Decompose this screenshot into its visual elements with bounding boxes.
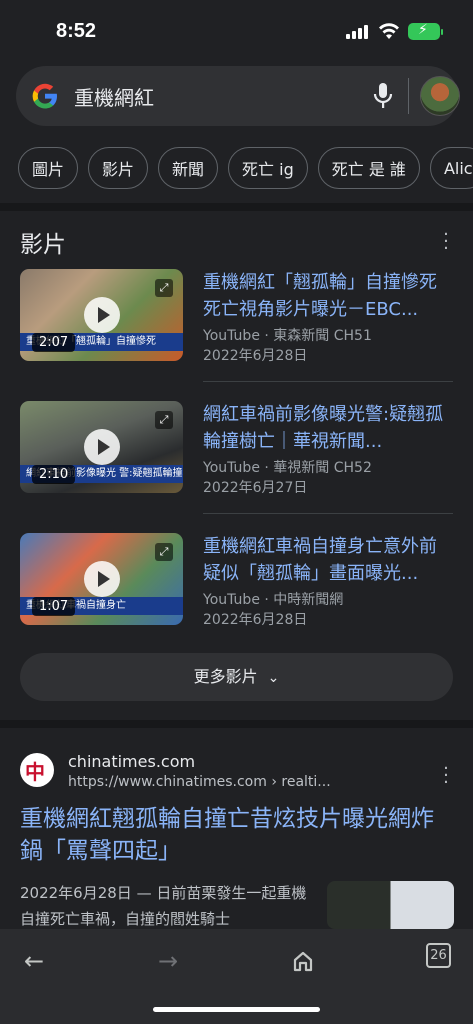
expand-icon: ⤢ (155, 279, 173, 297)
chip-videos[interactable]: 影片 (88, 147, 149, 189)
result-thumbnail[interactable] (327, 881, 454, 929)
video-source: YouTube · 東森新聞 CH51 (203, 328, 372, 344)
favicon-glyph: 中 (25, 760, 45, 784)
more-videos-button[interactable]: 更多影片 ⌄ (20, 653, 453, 701)
more-videos-label: 更多影片 (193, 667, 258, 686)
home-indicator (153, 1007, 320, 1012)
home-icon[interactable] (283, 941, 323, 981)
video-title[interactable]: 網紅車禍前影像曝光警:疑翹孤輪撞樹亡｜華視新聞... (203, 401, 453, 455)
signal-icon (346, 25, 372, 39)
video-title[interactable]: 重機網紅車禍自撞身亡意外前疑似「翹孤輪」畫面曝光... (203, 533, 453, 587)
result-snippet: 2022年6月28日 — 日前苗栗發生一起重機自撞死亡車禍，自撞的閻姓騎士 (20, 884, 307, 928)
search-input[interactable]: 重機網紅 (74, 82, 154, 111)
divider (203, 381, 453, 382)
google-logo-icon (32, 83, 57, 109)
status-bar: 8:52 ⚡ (0, 0, 473, 60)
chip-news[interactable]: 新聞 (158, 147, 219, 189)
status-time: 8:52 (56, 20, 97, 42)
chip-death-ig[interactable]: 死亡 ig (228, 147, 308, 189)
forward-arrow-icon[interactable]: → (148, 941, 188, 981)
search-bar[interactable]: 重機網紅 (16, 66, 460, 126)
expand-icon: ⤢ (155, 543, 173, 561)
video-thumbnail[interactable]: 重機網紅車禍自撞身亡 ⤢ 1:07 (20, 533, 183, 625)
wifi-icon (379, 23, 399, 39)
video-title[interactable]: 重機網紅「翹孤輪」自撞慘死死亡視角影片曝光－EBC... (203, 269, 453, 323)
video-result[interactable]: 網紅車禍前影像曝光 警:疑翹孤輪撞樹亡 ⤢ 2:10 網紅車禍前影像曝光警:疑翹… (20, 401, 453, 496)
video-date: 2022年6月28日 (203, 612, 308, 628)
video-duration: 2:07 (32, 333, 76, 352)
chip-alic[interactable]: Alic (429, 147, 473, 189)
tab-switcher-button[interactable]: 26 (426, 943, 451, 968)
video-date: 2022年6月27日 (203, 480, 308, 496)
video-duration: 2:10 (32, 465, 76, 484)
site-favicon-icon: 中 (20, 753, 54, 787)
back-arrow-icon[interactable]: ← (14, 941, 54, 981)
video-date: 2022年6月28日 (203, 348, 308, 364)
videos-section-title: 影片 (20, 232, 66, 258)
chevron-down-icon: ⌄ (267, 670, 280, 686)
site-name[interactable]: chinatimes.com (68, 752, 195, 771)
play-icon[interactable] (84, 297, 120, 333)
chip-images[interactable]: 圖片 (18, 147, 79, 189)
video-result[interactable]: 重機網紅「翹孤輪」自撞慘死 ⤢ 2:07 重機網紅「翹孤輪」自撞慘死死亡視角影片… (20, 269, 453, 364)
play-icon[interactable] (84, 429, 120, 465)
play-icon[interactable] (84, 561, 120, 597)
video-source: YouTube · 華視新聞 CH52 (203, 460, 372, 476)
video-thumbnail[interactable]: 網紅車禍前影像曝光 警:疑翹孤輪撞樹亡 ⤢ 2:10 (20, 401, 183, 493)
section-divider (0, 203, 473, 211)
mic-icon[interactable] (372, 82, 394, 110)
videos-more-options-icon[interactable]: · · · (436, 226, 456, 258)
chip-death-who[interactable]: 死亡 是 誰 (317, 147, 420, 189)
video-source: YouTube · 中時新聞網 (203, 592, 344, 608)
divider (203, 513, 453, 514)
filter-chips: 圖片 影片 新聞 死亡 ig 死亡 是 誰 Alic (18, 147, 473, 189)
expand-icon: ⤢ (155, 411, 173, 429)
search-divider (408, 78, 409, 114)
section-divider (0, 720, 473, 728)
site-url[interactable]: https://www.chinatimes.com › realti... (68, 774, 331, 790)
video-duration: 1:07 (32, 597, 76, 616)
result-title[interactable]: 重機網紅翹孤輪自撞亡昔炫技片曝光網炸鍋「罵聲四起」 (20, 803, 440, 867)
result-more-options-icon[interactable]: · · · (436, 760, 456, 792)
account-avatar[interactable] (420, 76, 460, 116)
video-thumbnail[interactable]: 重機網紅「翹孤輪」自撞慘死 ⤢ 2:07 (20, 269, 183, 361)
video-result[interactable]: 重機網紅車禍自撞身亡 ⤢ 1:07 重機網紅車禍自撞身亡意外前疑似「翹孤輪」畫面… (20, 533, 453, 628)
battery-icon: ⚡ (408, 22, 443, 40)
